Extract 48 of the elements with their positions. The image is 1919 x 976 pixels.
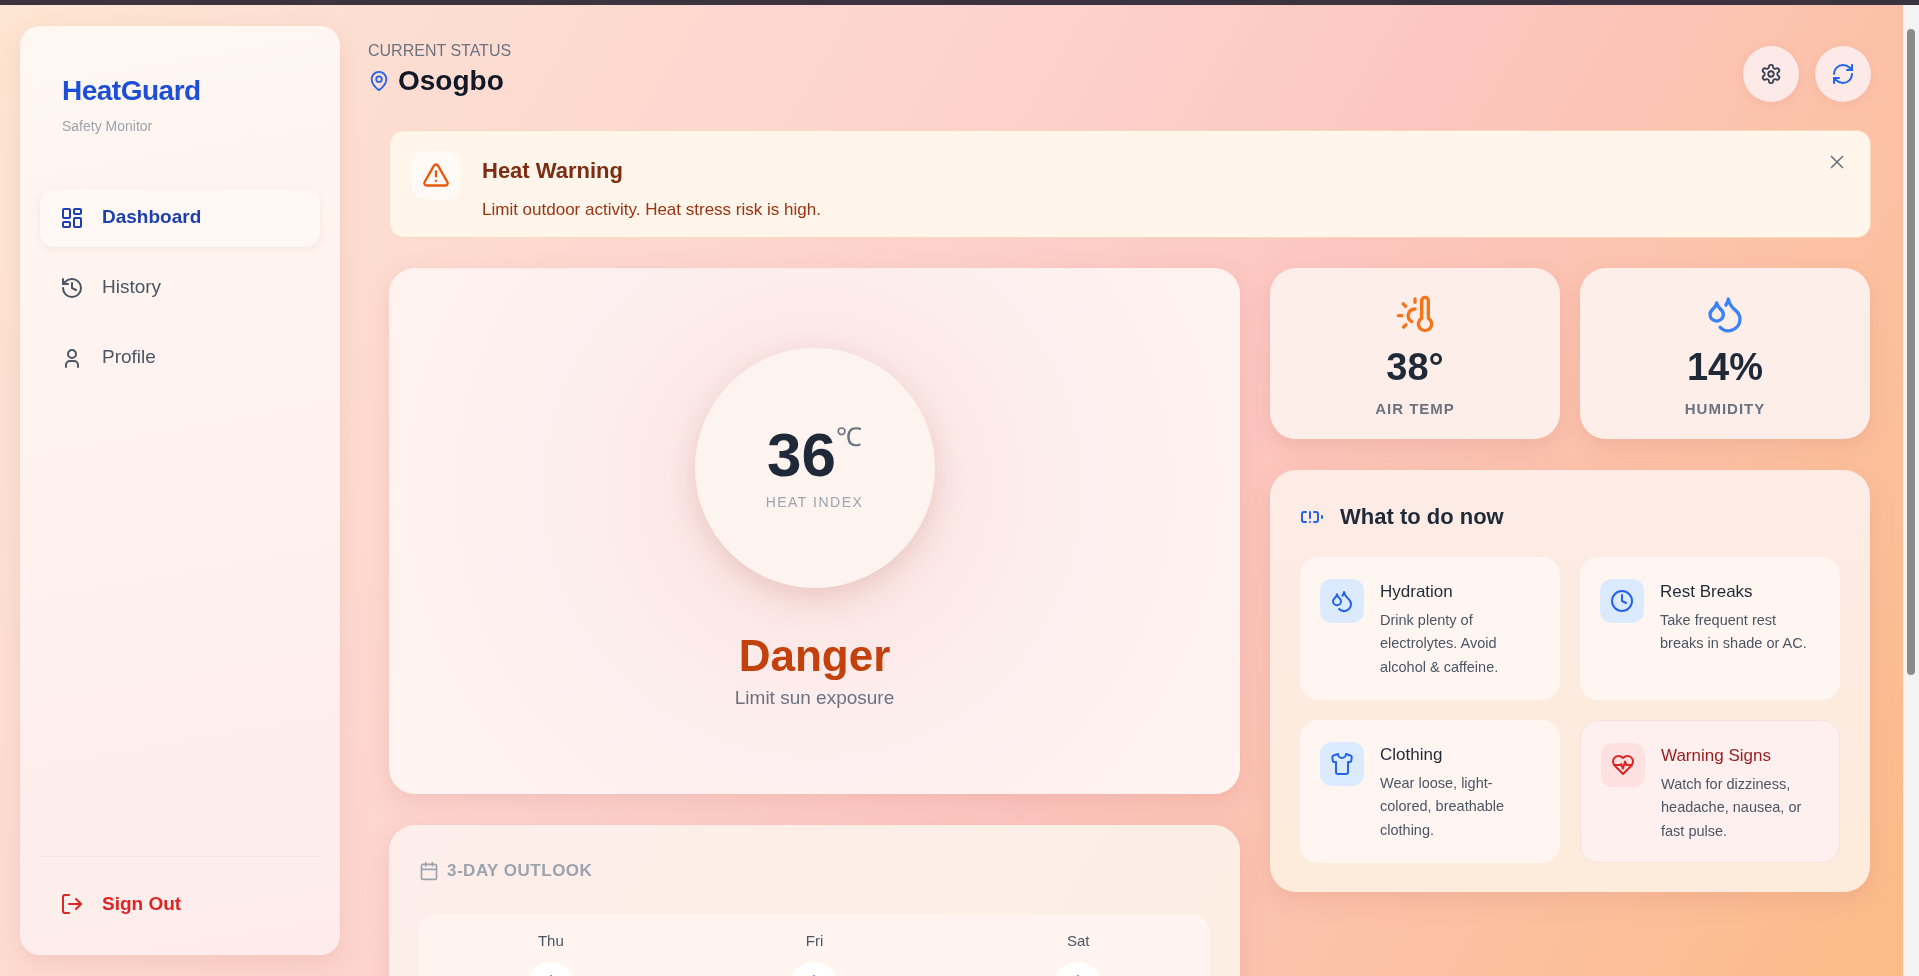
refresh-icon	[1831, 62, 1855, 86]
app-title: HeatGuard	[62, 74, 202, 108]
actions-title: What to do now	[1340, 503, 1504, 531]
heat-index-label: HEAT INDEX	[765, 492, 864, 512]
location-name: Osogbo	[398, 67, 504, 95]
heat-index-value: 36℃	[767, 423, 862, 486]
tip-text: Take frequent rest breaks in shade or AC.	[1660, 610, 1808, 654]
droplets-icon	[1705, 294, 1745, 334]
stat-value: 38°	[1386, 348, 1444, 386]
scrollbar[interactable]	[1903, 5, 1919, 976]
tip-title: Hydration	[1380, 581, 1454, 603]
shirt-icon	[1330, 752, 1354, 776]
alert-message: Limit outdoor activity. Heat stress risk is high.	[482, 199, 821, 221]
tip-text: Watch for dizziness, headache, nausea, or fast pulse.	[1661, 774, 1803, 842]
risk-level: Danger	[738, 632, 891, 681]
settings-button[interactable]	[1743, 46, 1799, 102]
droplets-icon	[1330, 589, 1354, 613]
calendar-icon	[419, 860, 439, 881]
section-label: CURRENT STATUS	[368, 43, 512, 59]
clock-icon	[1610, 589, 1634, 613]
risk-advice: Limit sun exposure	[734, 686, 895, 711]
warning-icon	[422, 161, 450, 189]
sign-out-button[interactable]: Sign Out	[40, 875, 320, 933]
tip-text: Drink plenty of electrolytes. Avoid alcohol & caffeine.	[1380, 610, 1500, 678]
outlook-title: 3-DAY OUTLOOK	[447, 860, 593, 882]
nav-item[interactable]: Profile	[40, 328, 320, 387]
thermometer-sun-icon	[1395, 294, 1435, 334]
stat-label: HUMIDITY	[1684, 399, 1766, 419]
alert-title: Heat Warning	[482, 157, 624, 185]
tip-title: Warning Signs	[1661, 745, 1772, 767]
location-pin-icon	[368, 70, 390, 92]
history-icon	[60, 275, 84, 300]
nav-item[interactable]: Dashboard	[40, 188, 320, 247]
sign-out-icon	[60, 892, 84, 916]
stat-value: 14%	[1686, 348, 1764, 386]
tip-title: Clothing	[1380, 744, 1444, 766]
day-name: Thu	[537, 930, 564, 951]
tip-text: Wear loose, light-colored, breathable clothing.	[1380, 773, 1506, 841]
refresh-button[interactable]	[1815, 46, 1871, 102]
nav-item[interactable]: History	[40, 258, 320, 317]
dashboard-icon	[60, 205, 84, 230]
settings-icon	[1760, 63, 1782, 85]
tip-title: Rest Breaks	[1660, 581, 1754, 603]
day-name: Sat	[1066, 930, 1090, 951]
heart-pulse-icon	[1611, 753, 1635, 777]
day-name: Fri	[805, 930, 824, 951]
stat-label: AIR TEMP	[1375, 399, 1455, 419]
app-tagline: Safety Monitor	[62, 116, 154, 136]
